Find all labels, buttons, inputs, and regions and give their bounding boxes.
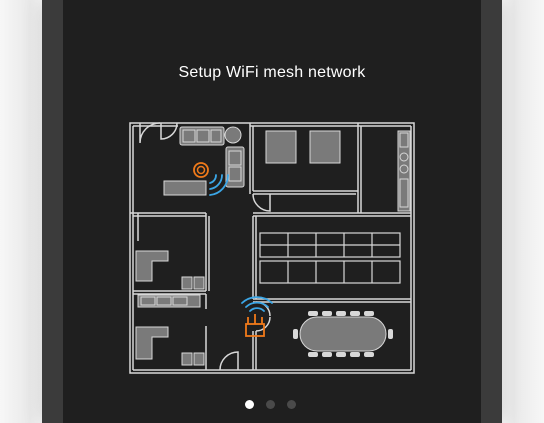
armchair [265, 130, 297, 164]
wifi-signal-icon [209, 174, 229, 196]
page-title: Setup WiFi mesh network [178, 64, 366, 81]
armchair [309, 130, 341, 164]
mesh-node-icon [241, 296, 273, 337]
page-dot-1[interactable] [245, 400, 254, 409]
page-indicator [245, 400, 305, 410]
reception-desk [163, 180, 207, 196]
l-desk [135, 326, 169, 360]
page-dot-3[interactable] [287, 400, 296, 409]
conference-table [299, 316, 387, 352]
app-page: Setup WiFi mesh network [0, 0, 544, 423]
workstations [259, 232, 401, 284]
router-icon [193, 162, 209, 178]
round-table [224, 126, 242, 144]
floor-plan-illustration [129, 122, 415, 374]
onboarding-screen: Setup WiFi mesh network [63, 0, 481, 423]
l-desk [135, 250, 169, 282]
page-dot-2[interactable] [266, 400, 275, 409]
